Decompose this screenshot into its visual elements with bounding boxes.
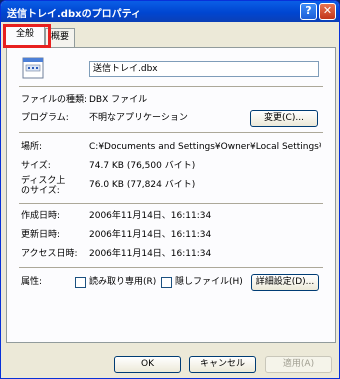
advanced-attributes-button[interactable]: 詳細設定(D)... bbox=[251, 274, 319, 291]
separator bbox=[19, 86, 323, 87]
help-button[interactable]: ? bbox=[300, 3, 317, 20]
program-label: プログラム: bbox=[21, 113, 69, 123]
created-label: 作成日時: bbox=[21, 211, 61, 221]
readonly-checkbox-label[interactable]: 読み取り専用(R) bbox=[89, 277, 156, 288]
separator bbox=[19, 267, 323, 268]
change-program-button[interactable]: 変更(C)... bbox=[250, 110, 318, 127]
properties-dialog: 送信トレイ.dbxのプロパティ ? ✕ 全般 概要 送信トレイ.dbx ファイル… bbox=[0, 0, 340, 379]
cancel-button[interactable]: キャンセル bbox=[189, 356, 256, 373]
type-value: DBX ファイル bbox=[89, 95, 148, 105]
file-name-input[interactable]: 送信トレイ.dbx bbox=[89, 61, 319, 77]
accessed-value: 2006年11月14日、16:11:34 bbox=[89, 249, 212, 259]
modified-label: 更新日時: bbox=[21, 230, 61, 240]
window-title: 送信トレイ.dbxのプロパティ bbox=[7, 9, 141, 20]
separator bbox=[19, 203, 323, 204]
hidden-checkbox-label[interactable]: 隠しファイル(H) bbox=[175, 277, 243, 288]
close-button[interactable]: ✕ bbox=[319, 3, 336, 20]
hidden-checkbox[interactable] bbox=[161, 277, 172, 288]
readonly-checkbox[interactable] bbox=[75, 277, 86, 288]
tab-summary[interactable]: 概要 bbox=[45, 28, 75, 47]
size-value: 74.7 KB (76,500 バイト) bbox=[89, 161, 196, 171]
size-label: サイズ: bbox=[21, 161, 51, 171]
created-value: 2006年11月14日、16:11:34 bbox=[89, 211, 212, 221]
program-value: 不明なアプリケーション bbox=[89, 113, 188, 123]
tab-general[interactable]: 全般 bbox=[5, 25, 45, 47]
title-bar[interactable]: 送信トレイ.dbxのプロパティ ? ✕ bbox=[1, 1, 339, 22]
dbx-file-icon bbox=[22, 57, 44, 79]
size-on-disk-label-line2: のサイズ: bbox=[21, 186, 60, 196]
location-value: C:¥Documents and Settings¥Owner¥Local Se… bbox=[89, 142, 321, 152]
type-label: ファイルの種類: bbox=[21, 95, 88, 105]
size-on-disk-value: 76.0 KB (77,824 バイト) bbox=[89, 180, 196, 190]
ok-button[interactable]: OK bbox=[114, 356, 181, 373]
separator bbox=[19, 132, 323, 133]
apply-button[interactable]: 適用(A) bbox=[265, 356, 332, 373]
attributes-label: 属性: bbox=[21, 277, 43, 287]
modified-value: 2006年11月14日、16:11:34 bbox=[89, 230, 212, 240]
location-label: 場所: bbox=[21, 142, 43, 152]
accessed-label: アクセス日時: bbox=[21, 249, 78, 259]
